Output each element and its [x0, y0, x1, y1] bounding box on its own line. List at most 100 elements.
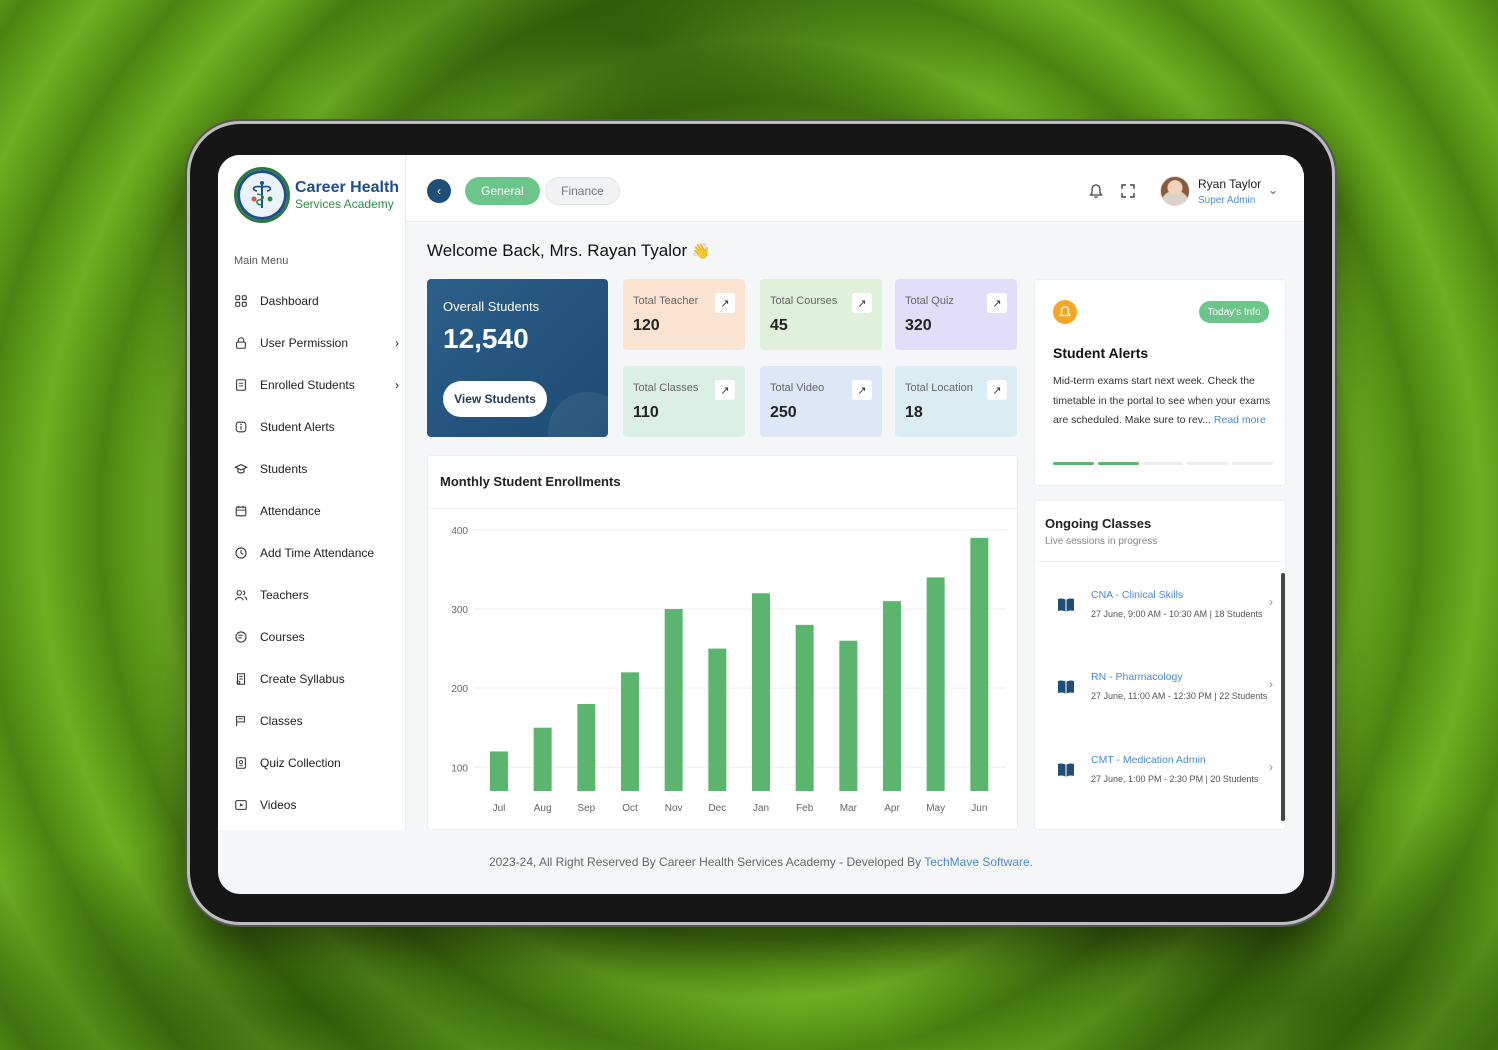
sidebar-item-attendance[interactable]: Attendance — [234, 490, 399, 532]
y-tick-label: 200 — [451, 684, 468, 695]
class-name: RN - Pharmacology — [1091, 671, 1183, 683]
stat-card-total-classes[interactable]: Total Classes 110 ↗ — [623, 366, 745, 437]
sidebar-item-label: Create Syllabus — [260, 672, 345, 686]
graduation-icon — [234, 464, 248, 474]
sidebar-item-teachers[interactable]: Teachers — [234, 574, 399, 616]
avatar[interactable] — [1160, 176, 1190, 206]
back-button[interactable]: ‹ — [427, 179, 451, 203]
developer-link[interactable]: TechMave Software. — [924, 855, 1033, 869]
chart-bar — [839, 640, 858, 791]
sidebar-item-add-time-attendance[interactable]: Add Time Attendance — [234, 532, 399, 574]
stat-card-total-teacher[interactable]: Total Teacher 120 ↗ — [623, 279, 745, 350]
quiz-icon — [236, 757, 246, 769]
arrow-up-right-icon[interactable]: ↗ — [987, 380, 1007, 400]
pager-dot[interactable] — [1053, 462, 1094, 465]
tab-general[interactable]: General — [465, 177, 540, 205]
x-tick-label: Jan — [753, 803, 769, 814]
class-meta: 27 June, 1:00 PM - 2:30 PM | 20 Students — [1091, 774, 1259, 784]
chart-bar — [752, 593, 770, 791]
class-name: CNA - Clinical Skills — [1091, 589, 1184, 601]
chart-bar — [883, 601, 901, 791]
pager-dot[interactable] — [1097, 462, 1139, 465]
stat-value: 110 — [633, 404, 659, 421]
brand-title: Career Health — [295, 179, 400, 196]
arrow-up-right-icon[interactable]: ↗ — [715, 380, 735, 400]
x-tick-label: Feb — [796, 803, 814, 814]
chevron-left-icon: ‹ — [437, 184, 441, 198]
stat-card-total-quiz[interactable]: Total Quiz 320 ↗ — [895, 279, 1017, 350]
chart-bar — [970, 537, 989, 791]
read-more-link[interactable]: Read more — [1214, 414, 1266, 426]
sidebar-item-create-syllabus[interactable]: Create Syllabus — [234, 658, 399, 700]
view-students-button[interactable]: View Students — [443, 381, 547, 417]
chevron-right-icon[interactable]: › — [1269, 760, 1273, 774]
sidebar-item-label: User Permission — [260, 336, 349, 350]
brand-logo[interactable]: Career Health Services Academy — [234, 167, 399, 223]
chart-bar — [664, 609, 683, 791]
sidebar-item-courses[interactable]: Courses — [234, 616, 399, 658]
x-tick-label: Aug — [534, 803, 552, 814]
stat-card-total-courses[interactable]: Total Courses 45 ↗ — [760, 279, 882, 350]
sidebar-item-quiz-collection[interactable]: Quiz Collection — [234, 742, 399, 784]
enrollments-bar-chart: 100 200 300 400 Jul Aug Sep Oct Nov Dec Jan Feb Mar A… — [451, 526, 1006, 814]
stat-card-total-location[interactable]: Total Location 18 ↗ — [895, 366, 1017, 437]
chevron-right-icon[interactable]: › — [1269, 677, 1273, 691]
pager-dot[interactable] — [1232, 462, 1273, 465]
sidebar-item-label: Teachers — [260, 588, 309, 602]
sidebar-item-classes[interactable]: Classes — [234, 700, 399, 742]
overall-students-value: 12,540 — [443, 323, 529, 354]
stat-card-total-video[interactable]: Total Video 250 ↗ — [760, 366, 882, 437]
sidebar-item-label: Classes — [260, 714, 303, 728]
fullscreen-icon[interactable] — [1120, 183, 1136, 199]
scrollbar[interactable] — [1281, 573, 1285, 821]
footer: 2023-24, All Right Reserved By Career He… — [218, 855, 1304, 869]
x-tick-label: Dec — [708, 803, 726, 814]
bell-icon[interactable] — [1088, 183, 1104, 199]
class-item[interactable]: CMT - Medication Admin 27 June, 1:00 PM -… — [1045, 746, 1273, 808]
info-icon — [235, 421, 247, 433]
class-item[interactable]: CNA - Clinical Skills 27 June, 9:00 AM - … — [1045, 581, 1273, 643]
top-header: ‹ General Finance Ryan Taylor Super Admi… — [406, 155, 1304, 222]
x-tick-label: Oct — [622, 803, 638, 814]
sidebar-item-videos[interactable]: Videos — [234, 784, 399, 826]
x-tick-label: May — [926, 803, 945, 814]
chart-bar — [708, 648, 727, 791]
calendar-icon — [235, 505, 247, 517]
overall-students-label: Overall Students — [443, 299, 540, 314]
sidebar-item-dashboard[interactable]: Dashboard — [234, 280, 399, 322]
x-tick-label: Mar — [840, 803, 858, 814]
user-name: Ryan Taylor — [1198, 177, 1262, 191]
chevron-right-icon: › — [395, 336, 399, 350]
sidebar-item-label: Dashboard — [260, 294, 319, 308]
chevron-down-icon[interactable]: ⌄ — [1268, 183, 1278, 197]
chevron-right-icon[interactable]: › — [1269, 595, 1273, 609]
arrow-up-right-icon[interactable]: ↗ — [987, 293, 1007, 313]
ongoing-title: Ongoing Classes — [1045, 516, 1152, 531]
sidebar-item-label: Videos — [260, 798, 297, 812]
arrow-up-right-icon[interactable]: ↗ — [852, 380, 872, 400]
stat-value: 320 — [905, 317, 932, 334]
enrollments-chart-card: Monthly Student Enrollments 100 200 300 400… — [427, 455, 1018, 830]
x-tick-label: Jun — [971, 803, 987, 814]
class-meta: 27 June, 11:00 AM - 12:30 PM | 22 Studen… — [1091, 691, 1268, 701]
chart-bar — [621, 672, 639, 791]
x-tick-label: Nov — [665, 803, 683, 814]
arrow-up-right-icon[interactable]: ↗ — [852, 293, 872, 313]
y-tick-label: 100 — [451, 763, 468, 774]
class-item[interactable]: RN - Pharmacology 27 June, 11:00 AM - 12:… — [1045, 663, 1273, 725]
lock-icon — [236, 337, 246, 349]
sidebar-item-students[interactable]: Students — [234, 448, 399, 490]
arrow-up-right-icon[interactable]: ↗ — [715, 293, 735, 313]
sidebar-item-student-alerts[interactable]: Student Alerts — [234, 406, 399, 448]
sidebar-item-user-permission[interactable]: User Permission › — [234, 322, 399, 364]
student-alerts-card: Today's Info Student Alerts Mid-term exa… — [1034, 279, 1286, 486]
users-icon — [234, 590, 248, 601]
pager-dot[interactable] — [1142, 462, 1184, 465]
tab-finance[interactable]: Finance — [545, 177, 620, 205]
pager-dot[interactable] — [1187, 462, 1229, 465]
menu-label: Main Menu — [234, 255, 289, 267]
todays-info-badge[interactable]: Today's Info — [1199, 301, 1269, 323]
user-role: Super Admin — [1198, 195, 1256, 206]
class-meta: 27 June, 9:00 AM - 10:30 AM | 18 Student… — [1091, 609, 1263, 619]
sidebar-item-enrolled-students[interactable]: Enrolled Students › — [234, 364, 399, 406]
